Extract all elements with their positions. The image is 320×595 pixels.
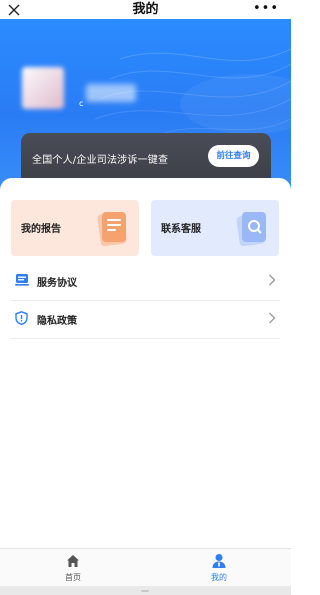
tab-mine-label: 我的 (211, 573, 227, 582)
contact-service-label: 联系客服 (161, 224, 201, 235)
user-name-partial: c (79, 99, 84, 108)
banner-text: 全国个人/企业司法涉诉一键查 (32, 155, 169, 166)
tab-home-label: 首页 (65, 573, 81, 582)
tab-home[interactable]: 首页 (43, 549, 103, 587)
list-item-privacy-policy[interactable]: 隐私政策 (11, 300, 280, 339)
privacy-policy-label: 隐私政策 (37, 316, 77, 327)
contact-service-card[interactable]: 联系客服 (151, 200, 279, 256)
document-icon (15, 274, 29, 286)
user-name-redacted (86, 84, 136, 102)
shield-icon (15, 311, 28, 325)
content-sheet: 我的报告 联系客服 服务协议 隐私政策 (0, 178, 291, 548)
tab-mine[interactable]: 我的 (189, 549, 249, 587)
bottom-safe-area (0, 586, 291, 595)
user-icon (212, 554, 226, 568)
avatar[interactable] (22, 67, 64, 109)
customer-service-icon (236, 212, 266, 247)
page-title: 我的 (132, 2, 159, 17)
go-query-button[interactable]: 前往查询 (208, 145, 259, 167)
service-agreement-label: 服务协议 (37, 278, 77, 289)
my-report-card[interactable]: 我的报告 (11, 200, 139, 256)
chevron-right-icon (269, 274, 276, 286)
my-report-label: 我的报告 (21, 224, 61, 235)
top-bar: 我的 ••• (0, 0, 291, 19)
more-menu-icon[interactable]: ••• (253, 2, 279, 16)
home-icon (67, 555, 79, 567)
bottom-tab-bar: 首页 我的 (0, 548, 291, 587)
list-item-service-agreement[interactable]: 服务协议 (11, 262, 280, 301)
close-icon[interactable] (7, 2, 21, 16)
report-icon (97, 211, 127, 247)
chevron-right-icon (269, 312, 276, 324)
